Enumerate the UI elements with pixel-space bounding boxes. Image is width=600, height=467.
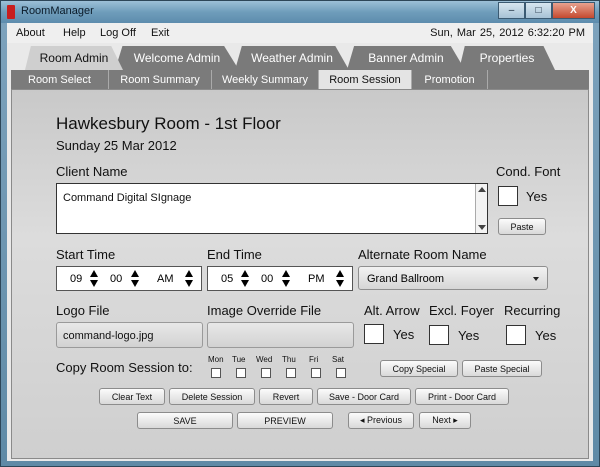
cond-font-yes: Yes	[526, 189, 548, 204]
end-time-label: End Time	[207, 247, 262, 262]
client-name-input[interactable]: Command Digital SIgnage	[56, 183, 488, 234]
tab-room-admin[interactable]: Room Admin	[25, 46, 123, 70]
recurring-label: Recurring	[504, 303, 561, 318]
revert-button[interactable]: Revert	[259, 388, 313, 405]
image-override-label: Image Override File	[207, 303, 322, 318]
excl-foyer-label: Excl. Foyer	[429, 303, 495, 318]
cond-font-label: Cond. Font	[496, 164, 561, 179]
start-time-picker[interactable]: 09 00 AM	[56, 266, 202, 291]
client-name-value: Command Digital SIgnage	[63, 192, 192, 204]
tab-weather-admin[interactable]: Weather Admin	[235, 46, 349, 70]
alt-room-value: Grand Ballroom	[367, 273, 445, 285]
alt-arrow-checkbox[interactable]	[364, 324, 384, 344]
maximize-button[interactable]: □	[525, 2, 552, 19]
cond-font-checkbox[interactable]	[498, 186, 518, 206]
excl-foyer-yes: Yes	[458, 328, 480, 343]
save-button[interactable]: SAVE	[137, 412, 233, 429]
end-minute-spinner-icon[interactable]	[282, 270, 290, 288]
end-hour[interactable]: 05	[221, 273, 233, 285]
day-label-tue: Tue	[232, 355, 246, 364]
copy-session-label: Copy Room Session to:	[56, 360, 193, 375]
day-checkbox-wed[interactable]	[261, 368, 271, 378]
recurring-checkbox[interactable]	[506, 325, 526, 345]
logo-file-field[interactable]: command-logo.jpg	[56, 322, 203, 348]
alt-arrow-yes: Yes	[393, 327, 415, 342]
day-label-sat: Sat	[332, 355, 345, 364]
day-label-mon: Mon	[208, 355, 224, 364]
client-area: About Help Log Off Exit Sun, Mar 25, 201…	[7, 23, 593, 461]
chevron-down-icon	[533, 277, 539, 281]
copy-special-button[interactable]: Copy Special	[380, 360, 458, 377]
day-checkbox-sat[interactable]	[336, 368, 346, 378]
next-button[interactable]: Next ▸	[419, 412, 471, 429]
menu-exit[interactable]: Exit	[151, 27, 169, 39]
start-hour-spinner-icon[interactable]	[90, 270, 98, 288]
day-label-wed: Wed	[256, 355, 273, 364]
previous-button[interactable]: ◂ Previous	[348, 412, 414, 429]
day-checkbox-mon[interactable]	[211, 368, 221, 378]
menu-logoff[interactable]: Log Off	[100, 27, 136, 39]
tab-properties[interactable]: Properties	[459, 46, 555, 70]
main-tabs: Room Admin Welcome Admin Weather Admin B…	[7, 43, 593, 70]
app-window: RoomManager – □ X About Help Log Off Exi…	[0, 0, 600, 467]
end-hour-spinner-icon[interactable]	[241, 270, 249, 288]
client-name-scrollbar[interactable]	[475, 184, 487, 233]
day-checkbox-fri[interactable]	[311, 368, 321, 378]
excl-foyer-checkbox[interactable]	[429, 325, 449, 345]
window-controls: – □ X	[498, 2, 595, 19]
end-ampm[interactable]: PM	[308, 273, 325, 285]
alt-arrow-label: Alt. Arrow	[364, 303, 420, 318]
subtab-weekly-summary[interactable]: Weekly Summary	[212, 70, 319, 89]
print-door-card-button[interactable]: Print - Door Card	[415, 388, 509, 405]
tab-welcome-admin[interactable]: Welcome Admin	[115, 46, 239, 70]
alt-room-select[interactable]: Grand Ballroom	[358, 266, 548, 290]
title-bar[interactable]: RoomManager – □ X	[1, 1, 599, 23]
image-override-field[interactable]	[207, 322, 354, 348]
subtab-room-select[interactable]: Room Select	[11, 70, 109, 89]
datetime-display: Sun, Mar 25, 2012 6:32:20 PM	[430, 27, 585, 39]
start-ampm-spinner-icon[interactable]	[185, 270, 193, 288]
start-minute[interactable]: 00	[110, 273, 122, 285]
menu-bar: About Help Log Off Exit Sun, Mar 25, 201…	[7, 23, 593, 43]
day-checkbox-thu[interactable]	[286, 368, 296, 378]
menu-help[interactable]: Help	[63, 27, 86, 39]
sub-tabs: Room Select Room Summary Weekly Summary …	[11, 70, 589, 89]
subtab-room-session[interactable]: Room Session	[319, 70, 412, 89]
end-ampm-spinner-icon[interactable]	[336, 270, 344, 288]
menu-about[interactable]: About	[16, 27, 45, 39]
day-label-fri: Fri	[309, 355, 319, 364]
save-door-card-button[interactable]: Save - Door Card	[317, 388, 411, 405]
start-minute-spinner-icon[interactable]	[131, 270, 139, 288]
day-checkbox-tue[interactable]	[236, 368, 246, 378]
client-name-label: Client Name	[56, 164, 128, 179]
minimize-button[interactable]: –	[498, 2, 525, 19]
alt-room-label: Alternate Room Name	[358, 247, 487, 262]
room-date: Sunday 25 Mar 2012	[56, 138, 177, 153]
preview-button[interactable]: PREVIEW	[237, 412, 333, 429]
recurring-yes: Yes	[535, 328, 557, 343]
window-title: RoomManager	[21, 5, 94, 17]
close-button[interactable]: X	[552, 2, 595, 19]
subtab-promotion[interactable]: Promotion	[412, 70, 488, 89]
end-minute[interactable]: 00	[261, 273, 273, 285]
paste-button[interactable]: Paste	[498, 218, 546, 235]
start-ampm[interactable]: AM	[157, 273, 174, 285]
clear-text-button[interactable]: Clear Text	[99, 388, 165, 405]
subtab-room-summary[interactable]: Room Summary	[109, 70, 212, 89]
room-session-panel: Hawkesbury Room - 1st Floor Sunday 25 Ma…	[11, 89, 589, 459]
day-label-thu: Thu	[282, 355, 296, 364]
start-time-label: Start Time	[56, 247, 116, 262]
paste-special-button[interactable]: Paste Special	[462, 360, 542, 377]
end-time-picker[interactable]: 05 00 PM	[207, 266, 353, 291]
logo-file-label: Logo File	[56, 303, 110, 318]
app-icon	[7, 5, 15, 19]
tab-banner-admin[interactable]: Banner Admin	[347, 46, 465, 70]
delete-session-button[interactable]: Delete Session	[169, 388, 255, 405]
room-title: Hawkesbury Room - 1st Floor	[56, 114, 281, 133]
start-hour[interactable]: 09	[70, 273, 82, 285]
